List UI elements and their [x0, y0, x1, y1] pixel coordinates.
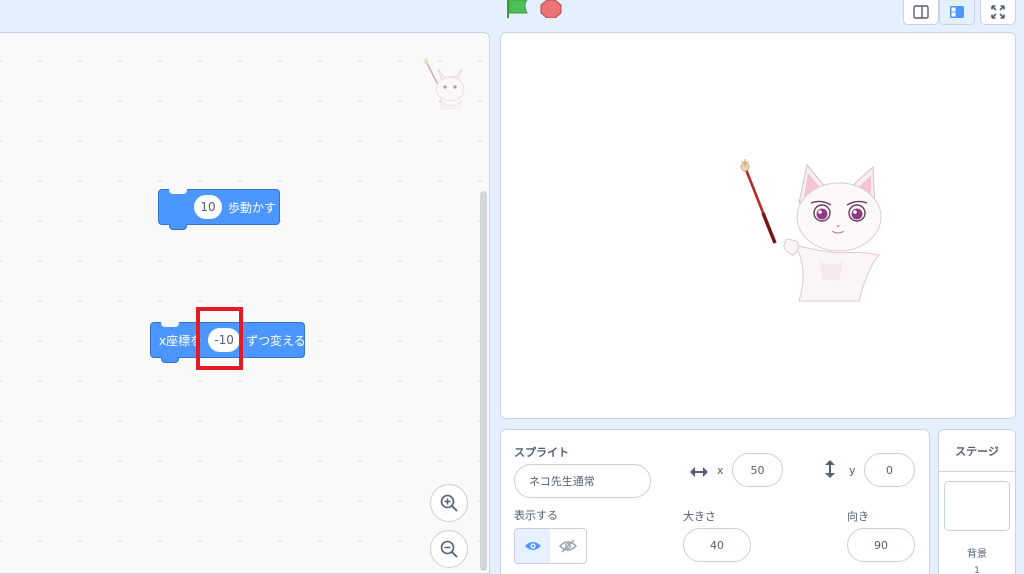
backdrop-count: 1	[974, 566, 980, 574]
block-bump	[161, 357, 179, 363]
size-label: 大きさ	[683, 510, 716, 523]
change-x-suffix-label: ずつ変える	[246, 333, 306, 348]
x-position-input[interactable]: 50	[732, 453, 783, 487]
block-notch	[161, 322, 179, 327]
fullscreen-icon	[991, 5, 1005, 19]
stage-canvas[interactable]	[500, 32, 1016, 419]
small-stage-button[interactable]	[903, 0, 939, 25]
large-stage-icon	[950, 6, 964, 18]
backdrop-thumbnail[interactable]	[944, 481, 1010, 531]
show-label: 表示する	[514, 509, 558, 522]
top-bar	[0, 0, 1024, 30]
zoom-in-button[interactable]	[430, 484, 468, 522]
cat-teacher-sprite[interactable]	[739, 159, 889, 305]
stage-selector-panel[interactable]: ステージ 背景 1	[938, 429, 1016, 574]
block-bump	[169, 224, 187, 230]
code-scrollbar[interactable]	[480, 191, 487, 571]
arrows-horizontal-icon	[689, 463, 709, 482]
zoom-out-icon	[440, 540, 458, 558]
sprite-label: スプライト	[514, 446, 569, 459]
stop-icon[interactable]	[540, 0, 562, 19]
stage-title: ステージ	[939, 430, 1015, 472]
size-input[interactable]: 40	[683, 528, 751, 562]
zoom-in-icon	[440, 494, 458, 512]
direction-label: 向き	[847, 510, 869, 523]
input-highlight-box	[196, 307, 243, 370]
code-workspace[interactable]	[0, 32, 490, 574]
green-flag-icon[interactable]	[505, 0, 529, 18]
direction-input[interactable]: 90	[847, 528, 915, 562]
y-position-input[interactable]: 0	[864, 453, 915, 487]
arrows-vertical-icon	[824, 459, 836, 483]
backdrop-label: 背景	[967, 549, 987, 560]
x-label: x	[717, 464, 724, 477]
show-button[interactable]	[514, 528, 551, 564]
move-block-label: 歩動かす	[228, 200, 277, 215]
large-stage-button[interactable]	[939, 0, 975, 25]
zoom-out-button[interactable]	[430, 530, 468, 568]
move-steps-block[interactable]: 10 歩動かす	[158, 189, 280, 230]
hide-button[interactable]	[550, 528, 587, 564]
eye-slash-icon	[559, 539, 577, 553]
steps-input[interactable]: 10	[194, 195, 222, 219]
block-notch	[169, 189, 187, 194]
eye-icon	[524, 542, 541, 550]
current-sprite-thumbnail	[420, 55, 470, 111]
fullscreen-button[interactable]	[980, 0, 1016, 25]
small-stage-icon	[913, 5, 929, 19]
y-label: y	[849, 464, 856, 477]
sprite-name-input[interactable]: ネコ先生通常	[514, 464, 651, 498]
